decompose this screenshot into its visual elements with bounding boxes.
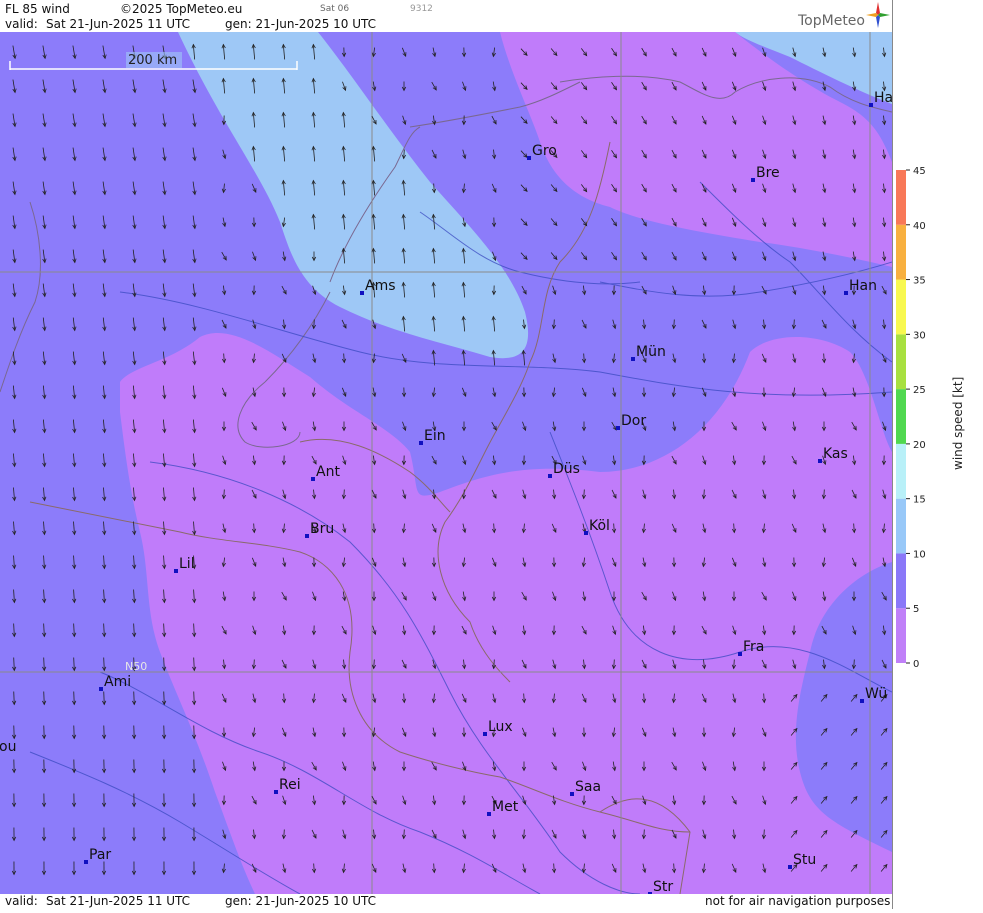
city-marker: Bru <box>305 521 334 538</box>
gen-time: gen: 21-Jun-2025 10 UTC <box>225 17 376 31</box>
colorbar-segment <box>896 444 906 499</box>
header-bar: FL 85 wind ©2025 TopMeteo.eu Sat 06 9312… <box>0 0 892 32</box>
colorbar-segment <box>896 280 906 335</box>
city-marker: Met <box>487 799 519 816</box>
colorbar-segment <box>896 499 906 554</box>
footer-gen-time: gen: 21-Jun-2025 10 UTC <box>225 894 376 908</box>
colorbar-tick-label: 45 <box>913 166 926 177</box>
sat-label: Sat 06 <box>320 4 349 14</box>
city-label: Mün <box>636 344 666 360</box>
city-label: Gro <box>532 143 557 159</box>
city-label: Saa <box>575 779 601 795</box>
city-marker: Mün <box>631 344 666 361</box>
colorbar-tick-label: 0 <box>913 659 919 670</box>
colorbar-tick-label: 25 <box>913 385 926 396</box>
colorbar-tick-label: 15 <box>913 495 926 506</box>
city-marker: Ant <box>311 464 340 481</box>
colorbar-segment <box>896 608 906 663</box>
city-label: Fra <box>743 639 764 655</box>
city-label: Düs <box>553 461 580 477</box>
city-marker: ou <box>0 739 16 756</box>
colorbar-tick-label: 35 <box>913 276 926 287</box>
city-marker: Han <box>844 278 877 295</box>
colorbar-tick-label: 10 <box>913 549 926 560</box>
city-marker: Wü <box>860 686 887 703</box>
colorbar-tick-label: 40 <box>913 221 926 232</box>
colorbar-segment <box>896 553 906 608</box>
colorbar-segment <box>896 170 906 225</box>
copyright-text: ©2025 TopMeteo.eu <box>120 2 242 16</box>
footer-valid-label: valid: <box>5 894 38 908</box>
footer-bar: valid: Sat 21-Jun-2025 11 UTC gen: 21-Ju… <box>0 894 892 909</box>
city-marker: Ami <box>99 674 131 691</box>
valid-label: valid: <box>5 17 38 31</box>
city-marker: Ams <box>360 278 396 295</box>
colorbar: 0 5 10 15 20 25 30 35 40 45 <box>893 0 983 909</box>
code-label: 9312 <box>410 4 433 14</box>
city-marker: Lux <box>483 719 513 736</box>
legend-panel: 0 5 10 15 20 25 30 35 40 45 wind speed [kt] <box>892 0 983 909</box>
city-label: Ha <box>874 90 892 106</box>
city-label: Par <box>89 847 111 863</box>
colorbar-tick-label: 20 <box>913 440 926 451</box>
city-label: Dor <box>621 413 646 429</box>
colorbar-tick-label: 30 <box>913 330 926 341</box>
colorbar-tick-label: 5 <box>913 604 919 615</box>
city-marker: Dor <box>616 413 646 430</box>
city-marker: Par <box>84 847 111 864</box>
city-label: Köl <box>589 518 610 534</box>
city-label: Wü <box>865 686 887 702</box>
city-label: Lil <box>179 556 195 572</box>
city-label: Ami <box>104 674 131 690</box>
product-title: FL 85 wind <box>5 2 70 16</box>
wind-map: 200 km N50 Gro Bre Ha Han Ams Mün Dor Ein Kas Düs… <box>0 32 892 894</box>
colorbar-segment <box>896 334 906 389</box>
city-label: Stu <box>793 852 816 868</box>
scale-label: 200 km <box>128 53 177 68</box>
compass-logo-icon <box>866 2 890 28</box>
footer-valid-time: Sat 21-Jun-2025 11 UTC <box>46 894 190 908</box>
city-label: Kas <box>823 446 848 462</box>
city-marker: Gro <box>527 143 557 160</box>
city-label: Ams <box>365 278 396 294</box>
city-label: Lux <box>488 719 513 735</box>
latitude-label: N50 <box>125 660 147 673</box>
city-marker: Kas <box>818 446 848 463</box>
city-label: Han <box>849 278 877 294</box>
city-label: ou <box>0 739 16 755</box>
colorbar-title: wind speed [kt] <box>951 377 965 470</box>
city-label: Met <box>492 799 519 815</box>
city-label: Bru <box>310 521 334 537</box>
city-label: Bre <box>756 165 780 181</box>
city-label: Ant <box>316 464 340 480</box>
city-marker: Saa <box>570 779 601 796</box>
city-marker: Düs <box>548 461 580 478</box>
valid-time: Sat 21-Jun-2025 11 UTC <box>46 17 190 31</box>
city-marker: Bre <box>751 165 780 182</box>
city-marker: Stu <box>788 852 816 869</box>
city-label: Ein <box>424 428 446 444</box>
city-label: Rei <box>279 777 301 793</box>
brand-logo-text: TopMeteo <box>798 13 865 29</box>
city-label: Str <box>653 879 673 894</box>
footer-disclaimer: not for air navigation purposes <box>705 894 890 908</box>
colorbar-segment <box>896 225 906 280</box>
colorbar-segment <box>896 389 906 444</box>
